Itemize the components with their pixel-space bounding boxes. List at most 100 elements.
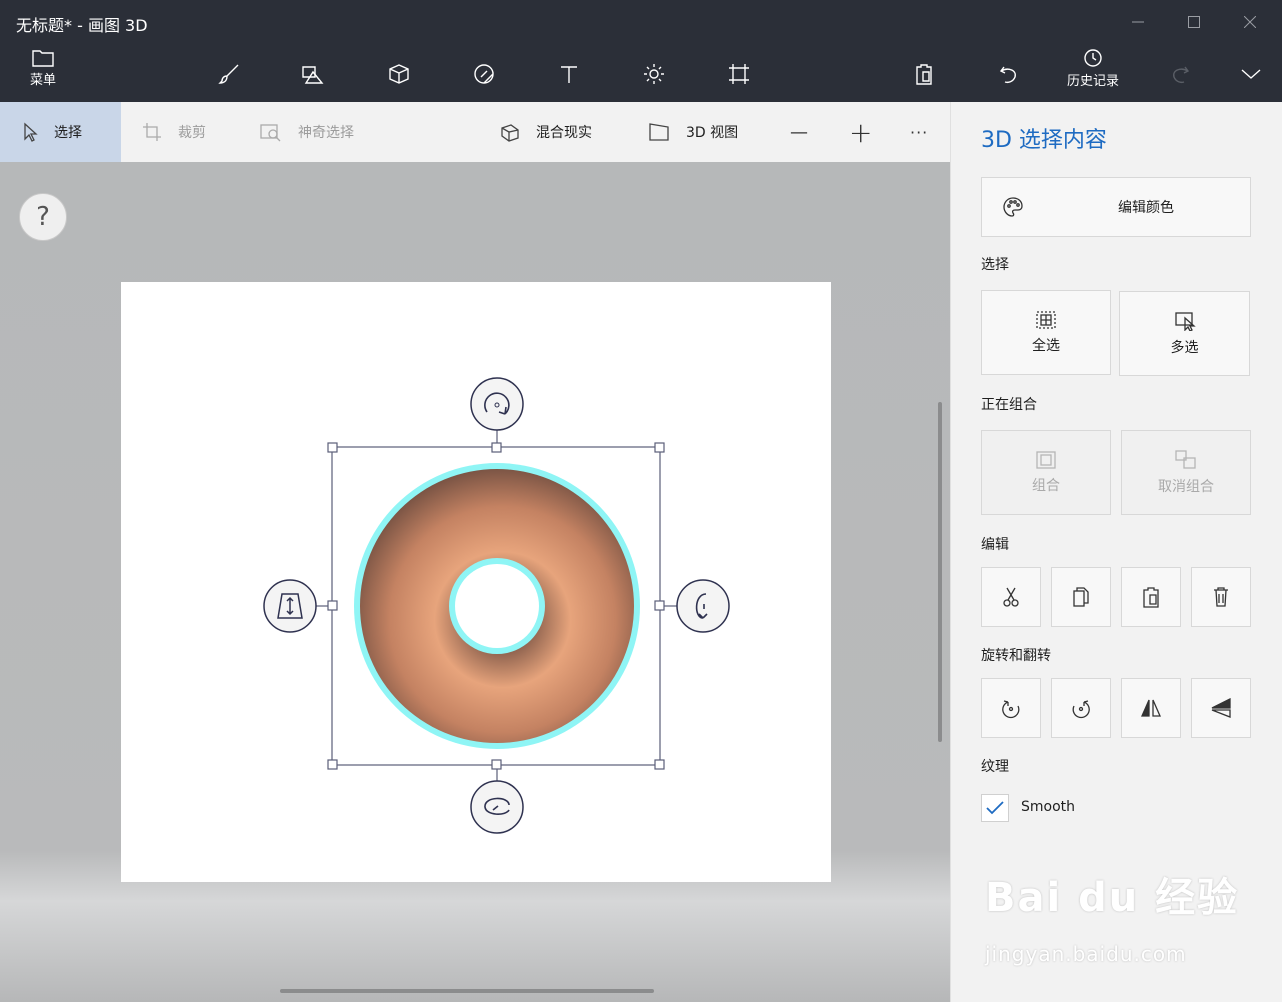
texture-section-heading: 纹理 — [981, 759, 1009, 775]
flip-vertical-button[interactable] — [1191, 678, 1251, 738]
canvas-button[interactable] — [724, 52, 754, 96]
folder-icon — [32, 49, 54, 67]
flip-horizontal-button[interactable] — [1121, 678, 1181, 738]
grouping-section-heading: 正在组合 — [981, 397, 1037, 413]
ungroup-icon — [1175, 449, 1196, 469]
magic-select-icon — [260, 124, 281, 142]
select-tool-button[interactable]: 选择 — [0, 102, 121, 162]
rotate-left-icon — [1002, 700, 1020, 719]
depth-gizmo[interactable] — [263, 579, 317, 633]
paste-toolbar-button[interactable] — [909, 52, 939, 96]
group-label: 组合 — [1032, 477, 1060, 494]
3d-shapes-icon — [389, 64, 409, 84]
paste-icon — [1143, 587, 1159, 608]
menu-button[interactable]: 菜单 — [23, 46, 63, 90]
edit-section-heading: 编辑 — [981, 537, 1009, 553]
title-bar: 无标题* - 画图 3D 菜单 历史记录 — [0, 0, 1282, 102]
2d-shapes-icon — [302, 66, 324, 84]
crop-icon — [143, 123, 161, 141]
edit-color-button[interactable]: 编辑颜色 — [981, 177, 1251, 237]
text-icon — [561, 66, 577, 83]
vertical-scrollbar[interactable] — [938, 402, 942, 742]
group-icon — [1036, 450, 1056, 469]
mixed-reality-label: 混合现实 — [536, 125, 592, 141]
resize-handle-bottom[interactable] — [491, 759, 502, 770]
edit-color-label: 编辑颜色 — [1118, 200, 1174, 216]
paste-button[interactable] — [1121, 567, 1181, 627]
selection-gizmo — [263, 377, 730, 834]
scissors-icon — [1003, 587, 1019, 607]
rotate-flip-section-heading: 旋转和翻转 — [981, 648, 1051, 664]
paste-icon — [916, 64, 932, 85]
stickers-icon — [474, 64, 494, 84]
3d-view-icon — [649, 123, 669, 141]
undo-button[interactable] — [994, 52, 1024, 96]
redo-icon — [1173, 66, 1190, 84]
trash-icon — [1214, 587, 1228, 607]
ungroup-button[interactable]: 取消组合 — [1121, 430, 1251, 515]
2d-shapes-button[interactable] — [298, 52, 328, 96]
stickers-button[interactable] — [469, 52, 499, 96]
close-icon — [1244, 16, 1256, 28]
effects-button[interactable] — [639, 52, 669, 96]
group-button[interactable]: 组合 — [981, 430, 1111, 515]
brush-icon — [218, 64, 239, 84]
resize-handle-bl[interactable] — [327, 759, 338, 770]
undo-icon — [999, 66, 1016, 84]
3d-view-label: 3D 视图 — [686, 125, 739, 141]
rotate-z-gizmo[interactable] — [470, 377, 524, 431]
mixed-reality-button[interactable]: 混合现实 — [498, 102, 592, 162]
more-options-label: ··· — [910, 122, 929, 142]
maximize-button[interactable] — [1166, 8, 1222, 36]
resize-handle-tr[interactable] — [654, 442, 665, 453]
smooth-label: Smooth — [1021, 799, 1076, 815]
flip-horizontal-icon — [1141, 699, 1161, 717]
brushes-button[interactable] — [214, 52, 244, 96]
palette-icon — [1003, 197, 1023, 217]
redo-button[interactable] — [1165, 52, 1195, 96]
cursor-icon — [24, 122, 38, 142]
magic-select-button[interactable]: 神奇选择 — [260, 102, 354, 162]
crop-button[interactable]: 裁剪 — [142, 102, 206, 162]
donut-object[interactable] — [354, 463, 640, 749]
expand-toolbar-button[interactable] — [1236, 52, 1266, 96]
text-button[interactable] — [554, 52, 584, 96]
resize-handle-br[interactable] — [654, 759, 665, 770]
menu-label: 菜单 — [29, 72, 56, 88]
smooth-checkbox[interactable] — [981, 794, 1009, 822]
select-all-button[interactable]: 全选 — [981, 290, 1111, 375]
flip-vertical-icon — [1211, 697, 1231, 718]
3d-view-button[interactable]: 3D 视图 — [648, 102, 738, 162]
resize-handle-left[interactable] — [327, 600, 338, 611]
crop-label: 裁剪 — [178, 125, 206, 141]
delete-button[interactable] — [1191, 567, 1251, 627]
chevron-down-icon — [1241, 69, 1261, 79]
resize-handle-right[interactable] — [654, 600, 665, 611]
rotate-left-button[interactable] — [981, 678, 1041, 738]
window-title: 无标题* - 画图 3D — [16, 16, 148, 35]
more-options-button[interactable]: ··· — [910, 102, 928, 162]
rotate-x-gizmo[interactable] — [470, 780, 524, 834]
history-button[interactable]: 历史记录 — [1058, 46, 1128, 90]
copy-button[interactable] — [1051, 567, 1111, 627]
effects-icon — [644, 64, 664, 84]
rotate-y-gizmo[interactable] — [676, 579, 730, 633]
minimize-button[interactable] — [1110, 8, 1166, 36]
donut-hole — [455, 564, 539, 648]
watermark-url: jingyan.baidu.com — [985, 942, 1187, 966]
multi-select-button[interactable]: 多选 — [1119, 291, 1250, 376]
multi-select-label: 多选 — [1170, 339, 1199, 356]
maximize-icon — [1188, 16, 1200, 28]
zoom-out-button[interactable]: — — [790, 102, 808, 162]
magic-select-label: 神奇选择 — [298, 125, 354, 141]
ungroup-label: 取消组合 — [1158, 478, 1214, 495]
horizontal-scrollbar[interactable] — [280, 989, 654, 993]
close-button[interactable] — [1222, 8, 1278, 36]
select-all-icon — [1036, 310, 1056, 329]
cut-button[interactable] — [981, 567, 1041, 627]
3d-shapes-button[interactable] — [384, 52, 414, 96]
resize-handle-top[interactable] — [491, 442, 502, 453]
resize-handle-tl[interactable] — [327, 442, 338, 453]
zoom-in-button[interactable]: + — [849, 102, 872, 162]
rotate-right-button[interactable] — [1051, 678, 1111, 738]
